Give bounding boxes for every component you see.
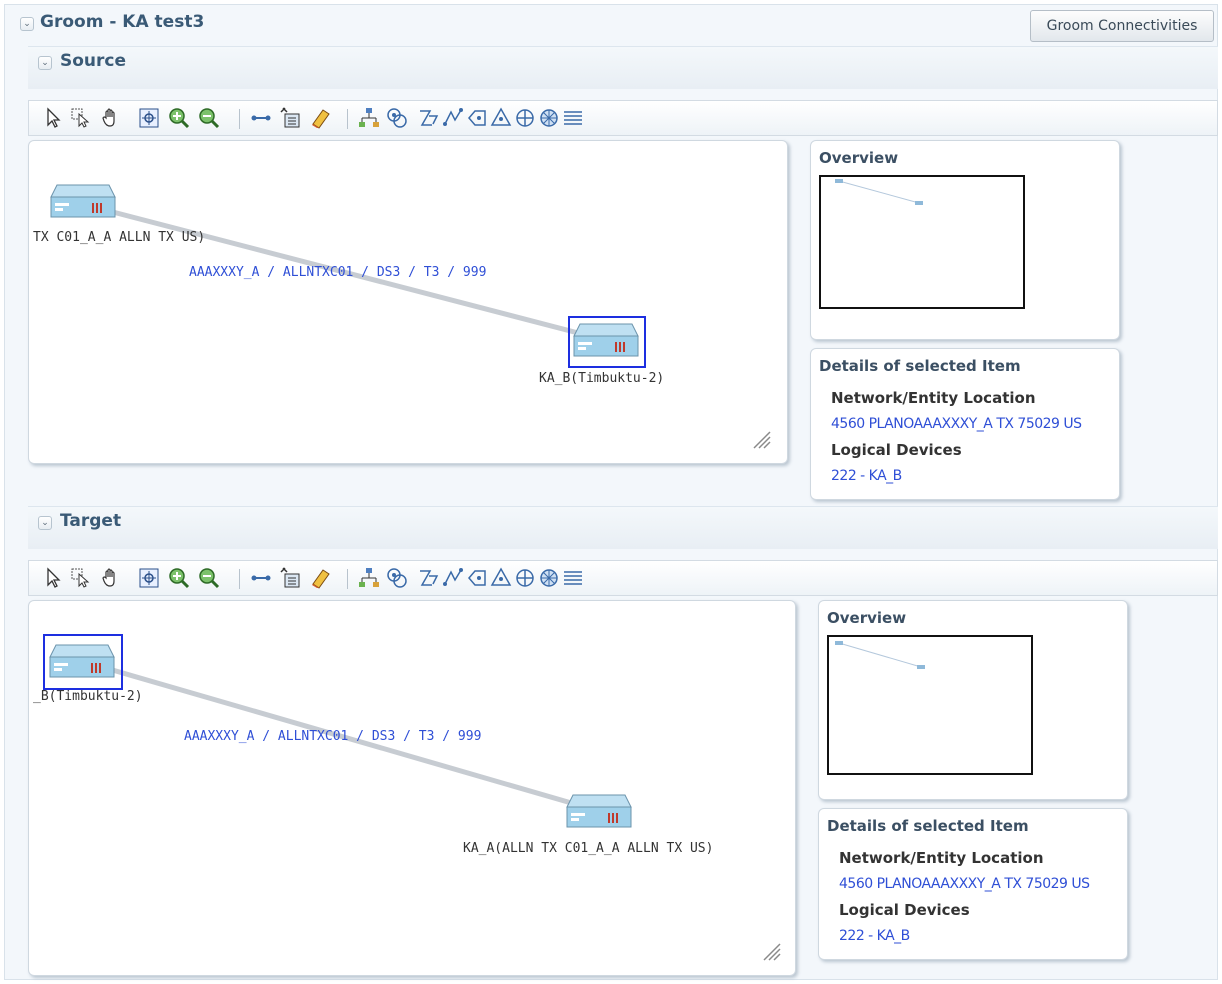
source-overview-title: Overview — [819, 149, 899, 167]
pan-hand-icon[interactable] — [99, 106, 123, 130]
layout-icon-2[interactable] — [441, 566, 465, 590]
target-overview-panel: Overview — [818, 600, 1128, 800]
zoom-out-icon[interactable] — [197, 566, 221, 590]
hierarchy-layout-icon[interactable] — [357, 106, 381, 130]
layout-icon-5[interactable] — [513, 566, 537, 590]
target-details-title: Details of selected Item — [827, 817, 1029, 835]
target-location-heading: Network/Entity Location — [839, 849, 1044, 867]
layout-icon-1[interactable] — [417, 106, 441, 130]
link-icon[interactable] — [249, 566, 273, 590]
page-title: Groom - KA test3 — [40, 12, 205, 32]
link-icon[interactable] — [249, 106, 273, 130]
hierarchy-layout-icon[interactable] — [357, 566, 381, 590]
source-title: Source — [60, 51, 127, 71]
list-icon[interactable] — [561, 566, 585, 590]
source-canvas[interactable]: TX C01_A_A ALLN TX US) AAAXXXY_A / ALLNT… — [28, 140, 788, 464]
target-device-b-icon[interactable] — [565, 793, 633, 829]
zoom-in-icon[interactable] — [167, 106, 191, 130]
source-overview-panel: Overview — [810, 140, 1120, 340]
source-details-panel: Details of selected Item Network/Entity … — [810, 348, 1120, 500]
zoom-out-icon[interactable] — [197, 106, 221, 130]
eraser-icon[interactable] — [309, 566, 333, 590]
collapse-target-icon[interactable]: ⌄ — [38, 516, 52, 530]
list-icon[interactable] — [561, 106, 585, 130]
target-link-label[interactable]: AAAXXXY_A / ALLNTXC01 / DS3 / T3 / 999 — [184, 729, 481, 744]
source-toolbar — [28, 100, 1218, 136]
source-device-a-icon[interactable] — [49, 183, 117, 219]
resize-grip-icon[interactable] — [761, 941, 781, 961]
layout-icon-6[interactable] — [537, 106, 561, 130]
layout-icon-2[interactable] — [441, 106, 465, 130]
source-details-title: Details of selected Item — [819, 357, 1021, 375]
collapse-groom-icon[interactable]: ⌄ — [20, 17, 34, 31]
target-device-a-icon[interactable] — [48, 643, 116, 679]
source-node-b-label: KA_B(Timbuktu-2) — [539, 371, 665, 386]
group-layout-icon[interactable] — [385, 566, 409, 590]
group-layout-icon[interactable] — [385, 106, 409, 130]
source-devices-heading: Logical Devices — [831, 441, 962, 459]
layout-icon-4[interactable] — [489, 566, 513, 590]
target-link-line[interactable] — [29, 601, 797, 977]
eraser-icon[interactable] — [309, 106, 333, 130]
add-node-icon[interactable] — [279, 566, 303, 590]
marquee-select-icon[interactable] — [69, 106, 93, 130]
layout-icon-1[interactable] — [417, 566, 441, 590]
target-overview-viewport[interactable] — [827, 635, 1033, 775]
target-devices-value[interactable]: 222 - KA_B — [839, 928, 910, 944]
zoom-fit-icon[interactable] — [137, 566, 161, 590]
groom-connectivities-button[interactable]: Groom Connectivities — [1030, 10, 1214, 42]
target-overview-title: Overview — [827, 609, 907, 627]
zoom-fit-icon[interactable] — [137, 106, 161, 130]
target-toolbar — [28, 560, 1218, 596]
pan-hand-icon[interactable] — [99, 566, 123, 590]
layout-icon-6[interactable] — [537, 566, 561, 590]
zoom-in-icon[interactable] — [167, 566, 191, 590]
resize-grip-icon[interactable] — [751, 429, 771, 449]
target-node-a-label: _B(Timbuktu-2) — [33, 689, 143, 704]
collapse-source-icon[interactable]: ⌄ — [38, 56, 52, 70]
target-node-b-label: KA_A(ALLN TX C01_A_A ALLN TX US) — [463, 841, 714, 856]
source-location-value[interactable]: 4560 PLANOAAAXXXY_A TX 75029 US — [831, 416, 1082, 432]
target-section-header: ⌄ Target — [28, 506, 1218, 549]
target-location-value[interactable]: 4560 PLANOAAAXXXY_A TX 75029 US — [839, 876, 1090, 892]
add-node-icon[interactable] — [279, 106, 303, 130]
source-devices-value[interactable]: 222 - KA_B — [831, 468, 902, 484]
source-location-heading: Network/Entity Location — [831, 389, 1036, 407]
target-title: Target — [60, 511, 122, 531]
source-section-header: ⌄ Source — [28, 46, 1218, 89]
source-link-label[interactable]: AAAXXXY_A / ALLNTXC01 / DS3 / T3 / 999 — [189, 265, 486, 280]
target-details-panel: Details of selected Item Network/Entity … — [818, 808, 1128, 960]
layout-icon-3[interactable] — [465, 106, 489, 130]
source-overview-viewport[interactable] — [819, 175, 1025, 309]
source-node-a-label: TX C01_A_A ALLN TX US) — [33, 230, 206, 245]
layout-icon-4[interactable] — [489, 106, 513, 130]
target-canvas[interactable]: _B(Timbuktu-2) AAAXXXY_A / ALLNTXC01 / D… — [28, 600, 796, 976]
source-device-b-icon[interactable] — [572, 322, 640, 358]
layout-icon-3[interactable] — [465, 566, 489, 590]
layout-icon-5[interactable] — [513, 106, 537, 130]
source-link-line[interactable] — [29, 141, 789, 465]
select-icon[interactable] — [41, 566, 65, 590]
select-icon[interactable] — [41, 106, 65, 130]
marquee-select-icon[interactable] — [69, 566, 93, 590]
target-devices-heading: Logical Devices — [839, 901, 970, 919]
